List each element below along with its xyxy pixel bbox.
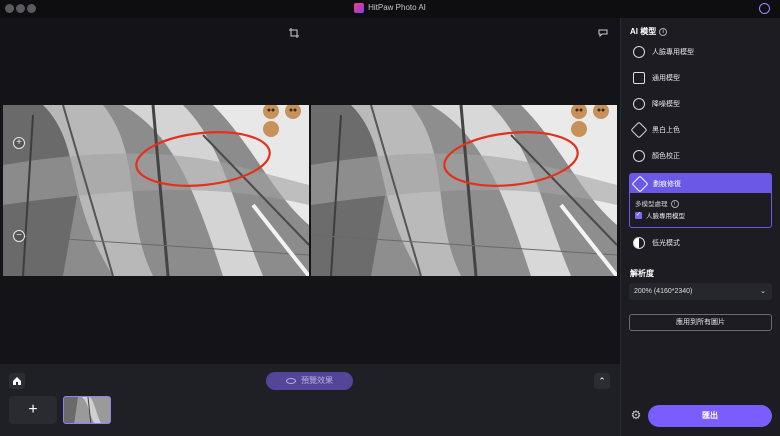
feedback-icon[interactable] [598, 28, 608, 38]
model-label: 通用模型 [652, 75, 680, 82]
processed-photo-image [311, 105, 617, 276]
image-canvas: + − [0, 18, 620, 364]
model-colorize[interactable]: 黑白上色 [629, 119, 772, 141]
model-general[interactable]: 通用模型 [629, 67, 772, 89]
app-logo-icon [354, 3, 365, 13]
denoise-icon [633, 98, 645, 110]
brightness-icon [633, 150, 645, 162]
face-icon [633, 46, 645, 58]
image-thumbnail[interactable] [63, 396, 111, 424]
add-image-button[interactable]: + [9, 396, 57, 424]
colorize-icon [630, 121, 648, 139]
resolution-value: 200% (4160*2340) [634, 288, 693, 295]
checkbox-checked-icon[interactable]: ✓ [635, 211, 642, 219]
preview-button[interactable]: 預覽效果 [266, 372, 353, 390]
chevron-up-icon: ⌃ [598, 376, 606, 386]
chevron-down-icon: ⌄ [760, 288, 766, 295]
face-model-checkbox-row[interactable]: ✓ 人臉專用模型 [635, 210, 685, 220]
info-icon[interactable]: i [670, 200, 679, 209]
model-label: 顏色校正 [652, 153, 680, 160]
bottom-toolbar: 預覽效果 ⌃ + [0, 364, 620, 436]
image-icon [633, 72, 645, 84]
model-label: 人臉專用模型 [652, 49, 694, 56]
processed-photo [311, 105, 617, 276]
scratch-repair-icon [631, 175, 649, 192]
zoom-in-button[interactable]: + [13, 137, 25, 149]
title-bar: HitPaw Photo AI [0, 0, 780, 18]
ai-model-panel: AI 模型 i 人臉專用模型 通用模型 降噪模型 黑白上色 顏色校正 劃痕修復 多… [620, 18, 780, 436]
model-label: 黑白上色 [652, 127, 680, 134]
resolution-title: 解析度 [630, 269, 654, 278]
active-model-header[interactable]: 劃痕修復 [630, 174, 771, 193]
panel-title-container: AI 模型 i [630, 26, 668, 37]
apply-all-button[interactable]: 應用到所有圖片 [629, 314, 772, 331]
original-photo: + − [3, 105, 309, 276]
app-title: HitPaw Photo AI [368, 3, 426, 13]
collapse-button[interactable]: ⌃ [594, 373, 610, 389]
export-button[interactable]: 匯出 [648, 405, 772, 427]
model-denoise[interactable]: 降噪模型 [629, 93, 772, 115]
thumbnail-image [64, 397, 110, 423]
zoom-out-button[interactable]: − [13, 230, 25, 242]
model-face[interactable]: 人臉專用模型 [629, 41, 772, 63]
panel-title: AI 模型 [630, 27, 657, 36]
original-photo-image [3, 105, 309, 276]
checkbox-label: 人臉專用模型 [646, 213, 685, 220]
home-icon [13, 377, 21, 385]
model-low-light[interactable]: 低光模式 [629, 232, 772, 254]
half-circle-icon [633, 237, 645, 249]
eye-icon [286, 377, 296, 384]
crop-icon[interactable] [289, 28, 299, 38]
user-account-icon[interactable] [759, 3, 770, 14]
model-scratch-repair[interactable]: 劃痕修復 多模型處理 i ✓ 人臉專用模型 [629, 173, 772, 228]
preview-label: 預覽效果 [301, 376, 333, 385]
multi-model-label-container: 多模型處理 i [635, 198, 679, 209]
model-label: 降噪模型 [652, 101, 680, 108]
multi-model-label: 多模型處理 [635, 201, 668, 208]
model-color-correction[interactable]: 顏色校正 [629, 145, 772, 167]
resolution-select[interactable]: 200% (4160*2340) ⌄ [629, 283, 772, 300]
gear-icon[interactable]: ⚙ [629, 408, 643, 422]
app-title-container: HitPaw Photo AI [0, 3, 780, 13]
home-button[interactable] [9, 373, 25, 389]
model-label: 低光模式 [652, 240, 680, 247]
info-icon[interactable]: i [659, 27, 668, 36]
model-label: 劃痕修復 [653, 180, 681, 188]
